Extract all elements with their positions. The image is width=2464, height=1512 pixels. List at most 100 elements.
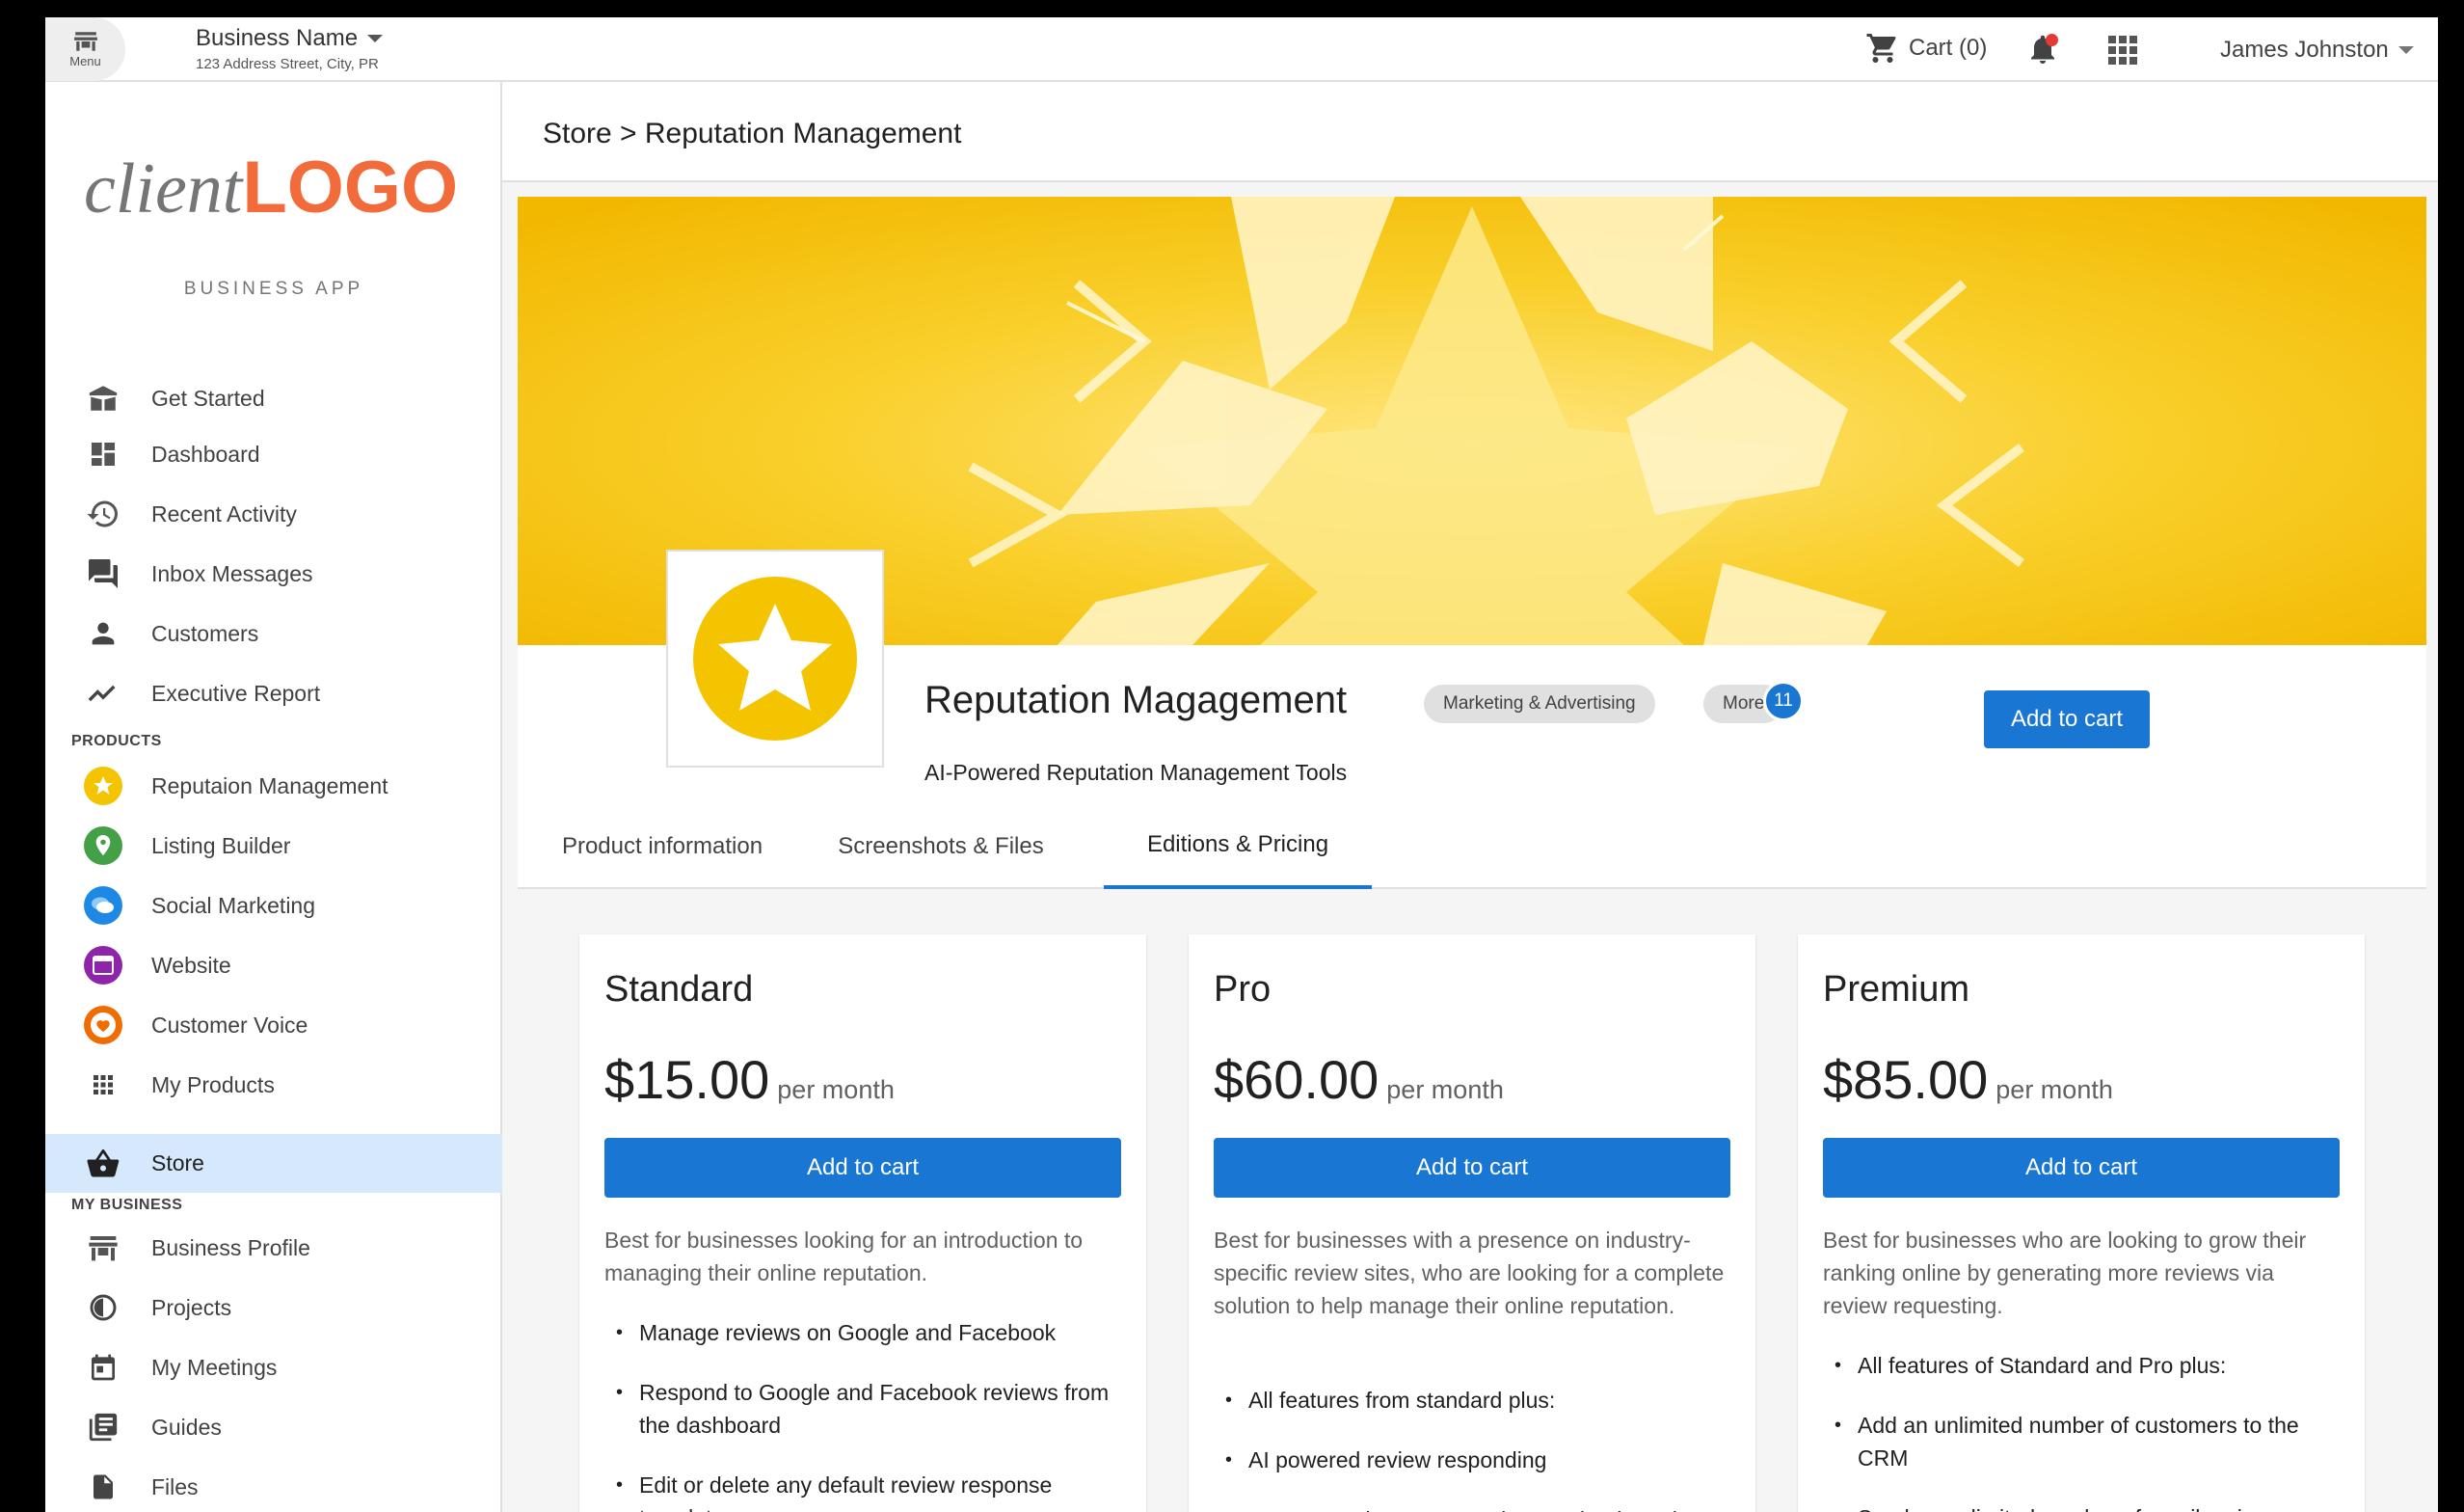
dashboard-icon — [83, 434, 123, 474]
notifications-button[interactable] — [2025, 32, 2060, 67]
hero-add-to-cart-button[interactable]: Add to cart — [1984, 690, 2150, 748]
star-icon — [693, 577, 857, 741]
feature-item: AI powered review responding — [1214, 1444, 1734, 1476]
calendar-icon — [83, 1347, 123, 1388]
app-window: Menu Business Name 123 Address Street, C… — [45, 17, 2438, 1512]
browser-icon — [83, 945, 123, 986]
sidebar-item-get-started[interactable]: Get Started — [45, 370, 502, 426]
feature-item: Send an unlimited number of email review — [1823, 1501, 2343, 1512]
breadcrumb: Store > Reputation Management — [543, 118, 962, 149]
add-to-cart-button[interactable]: Add to cart — [1823, 1138, 2340, 1198]
tab-editions-pricing[interactable]: Editions & Pricing — [1104, 804, 1372, 889]
forum-icon — [83, 554, 123, 594]
breadcrumb-bar: Store > Reputation Management — [502, 82, 2438, 182]
client-logo: clientLOGO — [84, 147, 459, 229]
feature-item: Manage reviews on Google, Facebook, and — [1214, 1503, 1734, 1512]
sidebar-item-recent-activity[interactable]: Recent Activity — [45, 486, 502, 542]
cart-icon — [1866, 34, 1896, 63]
plan-card-pro: Pro $60.00 per month Add to cart Best for… — [1189, 934, 1755, 1512]
sidebar-item-guides[interactable]: Guides — [45, 1399, 502, 1455]
tab-product-information[interactable]: Product information — [518, 804, 807, 889]
feature-list: Manage reviews on Google and Facebook Re… — [604, 1316, 1125, 1512]
products-section-header: PRODUCTS — [71, 733, 162, 749]
sidebar-item-reputation-management[interactable]: Reputaion Management — [45, 758, 502, 814]
plan-description: Best for businesses with a presence on i… — [1214, 1228, 1725, 1318]
top-bar: Menu Business Name 123 Address Street, C… — [45, 17, 2438, 82]
sidebar: clientLOGO BUSINESS APP Get Started Dash… — [45, 82, 502, 1512]
notification-dot — [2046, 34, 2058, 46]
more-count-badge: 11 — [1763, 681, 1804, 721]
user-menu[interactable]: James Johnston — [2220, 37, 2414, 64]
feature-item: All features from standard plus: — [1214, 1384, 1734, 1417]
feature-item: All features of Standard and Pro plus: — [1823, 1349, 2343, 1382]
plan-price: $85.00 per month — [1823, 1049, 2113, 1110]
tab-screenshots-files[interactable]: Screenshots & Files — [807, 804, 1075, 889]
business-name: Business Name — [196, 25, 359, 51]
chevron-down-icon — [367, 35, 384, 42]
product-logo — [666, 550, 884, 768]
map-pin-icon — [83, 825, 123, 866]
plan-name: Pro — [1214, 969, 1272, 1010]
product-subtitle: AI-Powered Reputation Management Tools — [924, 760, 1348, 785]
plan-card-premium: Premium $85.00 per month Add to cart Best… — [1798, 934, 2365, 1512]
business-address: 123 Address Street, City, PR — [196, 56, 379, 72]
sidebar-item-business-profile[interactable]: Business Profile — [45, 1220, 502, 1276]
plan-description: Best for businesses looking for an intro… — [604, 1228, 1084, 1285]
user-name: James Johnston — [2220, 37, 2389, 63]
plan-description: Best for businesses who are looking to g… — [1823, 1228, 2307, 1318]
star-icon — [83, 766, 123, 806]
sidebar-item-social-marketing[interactable]: Social Marketing — [45, 878, 502, 933]
menu-button[interactable]: Menu — [45, 17, 125, 81]
product-tabs: Product information Screenshots & Files … — [518, 804, 2426, 889]
library-icon — [83, 1407, 123, 1447]
grid-icon — [83, 1065, 123, 1105]
sidebar-item-customer-voice[interactable]: Customer Voice — [45, 997, 502, 1053]
basket-icon — [83, 1144, 123, 1184]
sidebar-item-customers[interactable]: Customers — [45, 606, 502, 662]
feature-item: Add an unlimited number of customers to … — [1823, 1409, 2343, 1474]
trending-icon — [83, 673, 123, 714]
sidebar-item-files[interactable]: Files — [45, 1459, 502, 1512]
sidebar-item-inbox-messages[interactable]: Inbox Messages — [45, 546, 502, 602]
app-label: BUSINESS APP — [183, 279, 364, 299]
feature-list: All features from standard plus: AI powe… — [1214, 1384, 1734, 1512]
cart-label: Cart (0) — [1909, 35, 1988, 61]
menu-label: Menu — [69, 53, 101, 68]
plan-name: Premium — [1823, 969, 1970, 1010]
chevron-down-icon — [2397, 46, 2414, 54]
sidebar-item-website[interactable]: Website — [45, 937, 502, 993]
cart-button[interactable]: Cart (0) — [1864, 31, 1987, 66]
book-open-icon — [83, 378, 123, 418]
feature-item: Manage reviews on Google and Facebook — [604, 1316, 1125, 1349]
product-title: Reputation Magagement — [924, 679, 1348, 721]
person-icon — [83, 613, 123, 654]
sidebar-item-listing-builder[interactable]: Listing Builder — [45, 818, 502, 874]
plan-name: Standard — [604, 969, 754, 1010]
add-to-cart-button[interactable]: Add to cart — [1214, 1138, 1730, 1198]
apps-grid-icon[interactable] — [2108, 36, 2137, 65]
business-selector[interactable]: Business Name 123 Address Street, City, … — [196, 25, 384, 72]
category-chip[interactable]: Marketing & Advertising — [1424, 685, 1655, 723]
storefront-icon — [73, 31, 97, 51]
plan-price: $15.00 per month — [604, 1049, 895, 1110]
storefront-icon — [83, 1228, 123, 1268]
my-business-section-header: MY BUSINESS — [71, 1197, 183, 1213]
product-hero: Reputation Magagement Marketing & Advert… — [518, 197, 2426, 872]
feature-list: All features of Standard and Pro plus: A… — [1823, 1349, 2343, 1512]
feature-item: Respond to Google and Facebook reviews f… — [604, 1376, 1125, 1442]
sidebar-item-projects[interactable]: Projects — [45, 1280, 502, 1336]
projects-icon — [83, 1287, 123, 1328]
chat-bubbles-icon — [83, 885, 123, 926]
plan-price: $60.00 per month — [1214, 1049, 1504, 1110]
history-icon — [83, 494, 123, 534]
add-to-cart-button[interactable]: Add to cart — [604, 1138, 1121, 1198]
sidebar-item-my-products[interactable]: My Products — [45, 1057, 502, 1113]
sidebar-item-executive-report[interactable]: Executive Report — [45, 665, 502, 721]
file-icon — [83, 1467, 123, 1507]
sidebar-item-dashboard[interactable]: Dashboard — [45, 426, 502, 482]
feature-item: Edit or delete any default review respon… — [604, 1469, 1125, 1512]
plan-card-standard: Standard $15.00 per month Add to cart Bes… — [579, 934, 1146, 1512]
sidebar-item-my-meetings[interactable]: My Meetings — [45, 1339, 502, 1395]
sidebar-item-store[interactable]: Store — [45, 1134, 502, 1193]
heart-icon — [83, 1005, 123, 1045]
